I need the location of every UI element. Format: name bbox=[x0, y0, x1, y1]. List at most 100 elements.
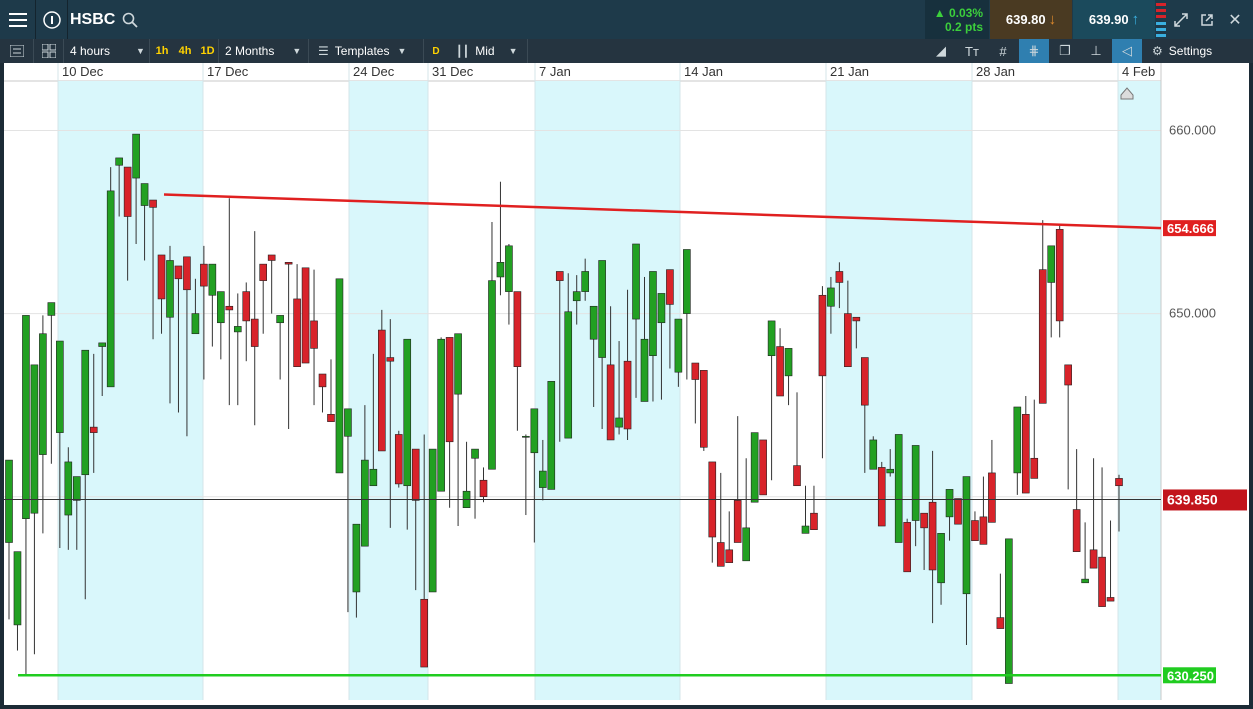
candle-body bbox=[725, 549, 734, 563]
settings-label: Settings bbox=[1168, 44, 1213, 58]
popout-icon[interactable] bbox=[1194, 0, 1220, 39]
list-icon[interactable] bbox=[0, 39, 34, 63]
candle-body bbox=[945, 489, 954, 518]
x-tick-label: 14 Jan bbox=[684, 64, 723, 79]
candle-body bbox=[157, 254, 166, 300]
price-mode-select[interactable]: ┃┃ Mid ▼ bbox=[452, 39, 528, 63]
range-select[interactable]: 2 Months ▼ bbox=[221, 39, 309, 63]
candle-body bbox=[539, 470, 547, 488]
quick-1h-button[interactable]: 1h bbox=[151, 39, 173, 63]
close-icon[interactable]: ✕ bbox=[1222, 0, 1248, 39]
candle-body bbox=[411, 448, 420, 501]
candle-body bbox=[716, 542, 725, 567]
x-tick-label: 21 Jan bbox=[830, 64, 869, 79]
price-tag-icon[interactable]: ◁ bbox=[1112, 39, 1142, 63]
candle-body bbox=[344, 408, 352, 437]
templates-icon: ☰ bbox=[318, 44, 329, 58]
candle-body bbox=[1089, 549, 1098, 569]
candle-body bbox=[1115, 478, 1123, 487]
candle-body bbox=[437, 338, 445, 492]
sell-price: 639.80 bbox=[1005, 12, 1046, 27]
candle-body bbox=[691, 362, 700, 380]
candle-body bbox=[861, 357, 869, 406]
candle-body bbox=[598, 260, 606, 358]
candle-body bbox=[801, 525, 810, 534]
candle-body bbox=[284, 262, 293, 265]
candle-body bbox=[683, 249, 691, 314]
candle-body bbox=[81, 349, 90, 476]
candle bbox=[869, 436, 878, 470]
layout-icon[interactable] bbox=[34, 39, 64, 63]
interval-select[interactable]: 4 hours ▼ bbox=[66, 39, 150, 63]
candle-body bbox=[1106, 597, 1115, 602]
candle-body bbox=[810, 512, 818, 530]
candle-body bbox=[928, 501, 937, 571]
candle-body bbox=[767, 320, 776, 357]
draw-line-icon[interactable]: ◢ bbox=[926, 39, 956, 63]
candle-body bbox=[962, 476, 971, 595]
candle bbox=[954, 498, 962, 525]
indicator-icon[interactable]: ⊥ bbox=[1081, 39, 1111, 63]
templates-button[interactable]: ☰ Templates ▼ bbox=[312, 39, 424, 63]
candle-body bbox=[1030, 457, 1039, 479]
change-points: 0.2 pts bbox=[944, 19, 983, 34]
expand-icon[interactable] bbox=[1168, 0, 1194, 39]
candle bbox=[335, 278, 344, 474]
candle-body bbox=[378, 329, 386, 452]
sell-button[interactable]: 639.80 ↓ bbox=[990, 0, 1072, 39]
candle-body bbox=[30, 364, 39, 514]
x-tick-label: 24 Dec bbox=[353, 64, 395, 79]
price-chart[interactable]: 660.000650.000640.000654.666630.250639.8… bbox=[4, 63, 1249, 705]
candle-body bbox=[844, 313, 852, 367]
candle-body bbox=[886, 468, 895, 474]
x-tick-label: 7 Jan bbox=[539, 64, 571, 79]
candle bbox=[759, 439, 767, 496]
candle bbox=[394, 430, 403, 488]
chevron-down-icon: ▼ bbox=[292, 46, 302, 56]
quick-4h-button[interactable]: 4h bbox=[174, 39, 196, 63]
settings-button[interactable]: ⚙ Settings bbox=[1146, 39, 1250, 63]
candle bbox=[700, 370, 708, 451]
buy-button[interactable]: 639.90 ↑ bbox=[1073, 0, 1155, 39]
x-tick-label: 4 Feb bbox=[1122, 64, 1155, 79]
candle-body bbox=[937, 533, 945, 584]
candle-body bbox=[1013, 406, 1022, 474]
depth-icon[interactable] bbox=[1155, 0, 1167, 39]
resistance-price-tag: 654.666 bbox=[1167, 221, 1214, 236]
candle-body bbox=[852, 316, 861, 322]
crosshair-grid-icon[interactable]: ⋕ bbox=[1019, 39, 1049, 63]
candle-body bbox=[140, 183, 149, 206]
chart-toolbar: 4 hours ▼ 1h 4h 1D 2 Months ▼ ☰ Templates ▼ … bbox=[0, 39, 1253, 63]
quick-1d-button[interactable]: 1D bbox=[197, 39, 219, 63]
candle-body bbox=[615, 417, 623, 428]
candle-body bbox=[259, 263, 267, 281]
top-bar: HSBC ▲ 0.03% 0.2 pts 639.80 ↓ 639.90 ↑ ✕ bbox=[0, 0, 1253, 39]
candle-body bbox=[784, 348, 793, 377]
current-price-tag: 639.850 bbox=[1167, 491, 1218, 507]
change-percent: ▲ 0.03% bbox=[933, 5, 983, 20]
copy-icon[interactable]: ❐ bbox=[1050, 39, 1080, 63]
candle-body bbox=[700, 370, 708, 448]
candle bbox=[1055, 225, 1064, 338]
sell-arrow-icon: ↓ bbox=[1048, 11, 1057, 28]
menu-icon[interactable] bbox=[0, 0, 36, 39]
text-size-icon[interactable]: Tт bbox=[957, 39, 987, 63]
candle-body bbox=[369, 468, 378, 487]
grid-icon[interactable]: # bbox=[988, 39, 1018, 63]
candles-icon: ┃┃ bbox=[456, 45, 470, 58]
candle-body bbox=[445, 337, 454, 443]
search-icon[interactable] bbox=[120, 0, 140, 39]
templates-label: Templates bbox=[334, 44, 390, 58]
candle-body bbox=[64, 461, 73, 516]
candle-body bbox=[115, 157, 123, 166]
candle-body bbox=[149, 199, 157, 208]
x-tick-label: 10 Dec bbox=[62, 64, 104, 79]
candle-body bbox=[911, 445, 920, 521]
candle-body bbox=[250, 318, 259, 347]
candle bbox=[894, 434, 903, 543]
chevron-down-icon: ▼ bbox=[508, 46, 518, 56]
candle-body bbox=[649, 271, 657, 357]
info-icon[interactable] bbox=[36, 0, 68, 39]
d-badge[interactable]: D bbox=[428, 39, 444, 63]
candle-body bbox=[496, 262, 505, 278]
